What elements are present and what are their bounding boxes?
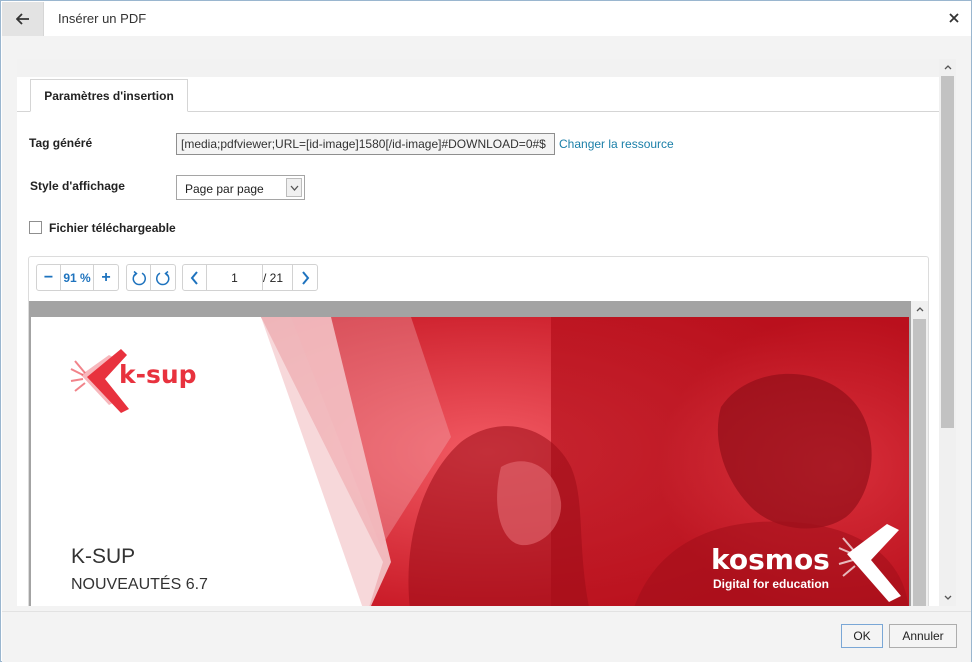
next-page-button[interactable] bbox=[293, 265, 317, 290]
dialog-title: Insérer un PDF bbox=[58, 11, 147, 26]
downloadable-checkbox[interactable] bbox=[29, 221, 42, 234]
pdf-document-subtitle: NOUVEAUTÉS 6.7 bbox=[71, 576, 208, 593]
pdf-page-area[interactable]: k-sup K-SUP NOUVEAUTÉS 6.7 kosmos Digita… bbox=[29, 301, 928, 606]
dialog-header: Insérer un PDF bbox=[1, 1, 971, 36]
chevron-down-icon bbox=[944, 595, 951, 600]
back-button[interactable] bbox=[2, 2, 44, 36]
close-icon bbox=[949, 13, 959, 23]
chevron-up-icon bbox=[916, 307, 923, 312]
chevron-left-icon bbox=[190, 270, 198, 285]
pdf-viewer: − 91 % + 1 / 21 k-sup K-SUP NOUVEAUTÉS 6… bbox=[28, 256, 929, 606]
arrow-left-icon bbox=[15, 13, 29, 25]
rotate-left-icon bbox=[132, 270, 146, 285]
zoom-in-button[interactable]: + bbox=[94, 265, 118, 290]
current-page-input[interactable] bbox=[207, 265, 263, 290]
pdf-scroll-thumb[interactable] bbox=[913, 319, 926, 606]
scroll-down-button[interactable] bbox=[939, 589, 956, 606]
dialog-scrollbar[interactable] bbox=[939, 59, 956, 606]
rotate-right-button[interactable] bbox=[151, 265, 175, 290]
close-button[interactable] bbox=[947, 10, 961, 26]
tag-label: Tag généré bbox=[29, 136, 93, 150]
rotate-left-button[interactable] bbox=[127, 265, 151, 290]
zoom-level[interactable]: 91 % bbox=[61, 265, 94, 290]
content-top-strip bbox=[17, 59, 939, 77]
previous-page-button[interactable] bbox=[183, 265, 207, 290]
scroll-up-button[interactable] bbox=[939, 59, 956, 76]
cancel-button[interactable]: Annuler bbox=[889, 624, 957, 648]
change-resource-link[interactable]: Changer la ressource bbox=[559, 137, 674, 151]
pdf-page: k-sup K-SUP NOUVEAUTÉS 6.7 kosmos Digita… bbox=[31, 317, 909, 606]
chevron-up-icon bbox=[944, 65, 951, 70]
page-navigation: / 21 bbox=[182, 264, 318, 291]
downloadable-label: Fichier téléchargeable bbox=[49, 221, 176, 235]
chevron-right-icon bbox=[301, 270, 309, 285]
page-count: / 21 bbox=[263, 265, 293, 290]
tag-field[interactable] bbox=[176, 133, 555, 155]
zoom-out-button[interactable]: − bbox=[37, 265, 61, 290]
scroll-thumb[interactable] bbox=[941, 76, 954, 428]
tab-insertion-settings[interactable]: Paramètres d'insertion bbox=[30, 79, 188, 112]
dialog-footer: OK Annuler bbox=[2, 611, 971, 662]
display-style-value: Page par page bbox=[185, 182, 264, 196]
display-style-label: Style d'affichage bbox=[30, 179, 125, 193]
ok-button[interactable]: OK bbox=[841, 624, 883, 648]
rotate-controls bbox=[126, 264, 176, 291]
insert-pdf-dialog: Insérer un PDF Paramètres d'insertion Ta… bbox=[0, 0, 972, 662]
rotate-right-icon bbox=[156, 270, 170, 285]
display-style-select[interactable]: Page par page bbox=[176, 175, 305, 200]
zoom-controls: − 91 % + bbox=[36, 264, 119, 291]
pdf-logo-text: k-sup bbox=[119, 360, 197, 389]
dialog-content: Paramètres d'insertion Tag généré Change… bbox=[17, 59, 939, 606]
chevron-down-icon bbox=[286, 178, 302, 197]
pdf-scrollbar[interactable] bbox=[911, 301, 928, 606]
pdf-document-title: K-SUP bbox=[71, 545, 136, 568]
pdf-scroll-up-button[interactable] bbox=[911, 301, 928, 318]
pdf-brand-tagline: Digital for education bbox=[713, 577, 830, 591]
pdf-brand: kosmos bbox=[711, 543, 830, 576]
pdf-toolbar: − 91 % + 1 / 21 bbox=[29, 257, 928, 299]
